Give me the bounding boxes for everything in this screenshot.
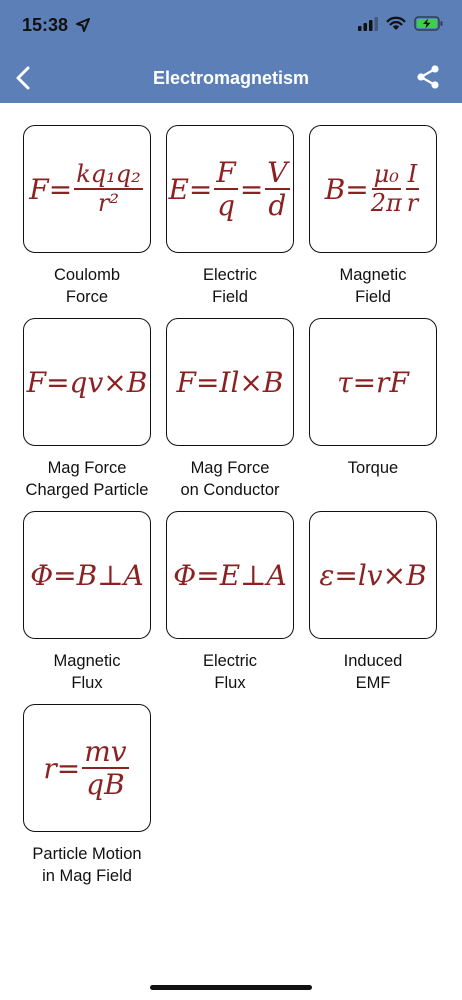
formula-label: Electric Field — [202, 266, 258, 306]
page-title: Electromagnetism — [152, 68, 310, 88]
formula: Φ=E⊥A — [173, 558, 287, 592]
formula-label: Torque — [347, 459, 399, 477]
formula-tile-mag-force-conductor[interactable]: F=Il×B — [166, 318, 294, 446]
formula: F=Il×B — [176, 365, 284, 399]
formula: F= kq₁q₂ r² — [29, 159, 143, 217]
top-bar: 15:38 Electromagnetism — [0, 0, 462, 103]
formula-label: Particle Motion in Mag Field — [32, 845, 142, 885]
signal-icon — [358, 16, 378, 31]
location-arrow-icon — [76, 18, 90, 32]
formula-tile-magnetic-flux[interactable]: Φ=B⊥A — [23, 511, 151, 639]
status-time: 15:38 — [22, 15, 69, 35]
formula: r= mv qB — [43, 734, 129, 801]
formula-tile-particle-motion[interactable]: r= mv qB — [23, 704, 151, 832]
formula-tile-mag-force-charged-particle[interactable]: F=qv×B — [23, 318, 151, 446]
share-icon[interactable] — [416, 64, 440, 90]
formula-tile-electric-field[interactable]: E= Fq = Vd — [166, 125, 294, 253]
formula-label: Coulomb Force — [53, 266, 121, 306]
formula-label: Mag Force Charged Particle — [25, 459, 149, 499]
formula-label: Mag Force on Conductor — [180, 459, 280, 499]
formula-label: Electric Flux — [202, 652, 258, 692]
formula-label: Magnetic Field — [339, 266, 407, 306]
status-icons — [358, 16, 444, 31]
formula-tile-torque[interactable]: τ=rF — [309, 318, 437, 446]
formula: ε=lv×B — [319, 558, 427, 592]
formula-label: Induced EMF — [343, 652, 403, 692]
formula: F=qv×B — [26, 365, 148, 399]
formula: Φ=B⊥A — [30, 558, 144, 592]
formula: B= μ₀ 2π Ir — [324, 159, 420, 217]
formula-tile-induced-emf[interactable]: ε=lv×B — [309, 511, 437, 639]
formula-tile-electric-flux[interactable]: Φ=E⊥A — [166, 511, 294, 639]
formula-tile-magnetic-field[interactable]: B= μ₀ 2π Ir — [309, 125, 437, 253]
wifi-icon — [386, 16, 406, 30]
formula: E= Fq = Vd — [168, 155, 290, 222]
formula-label: Magnetic Flux — [53, 652, 121, 692]
formula-tile-coulomb-force[interactable]: F= kq₁q₂ r² — [23, 125, 151, 253]
home-indicator[interactable] — [150, 985, 312, 990]
battery-charging-icon — [414, 16, 443, 31]
formula: τ=rF — [337, 365, 409, 399]
